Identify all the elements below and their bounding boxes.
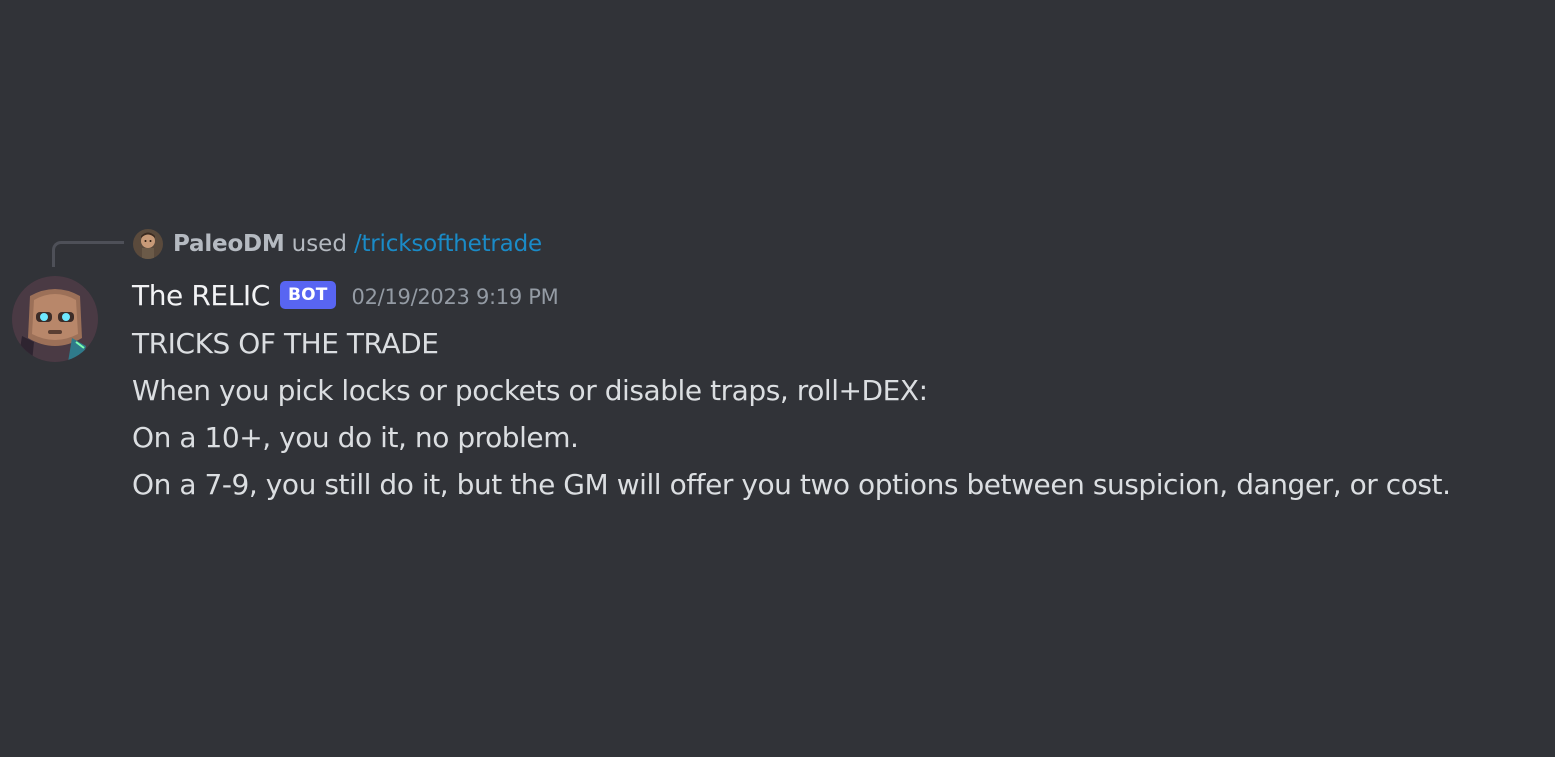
message-line-trigger: When you pick locks or pockets or disabl…	[132, 374, 928, 407]
reply-avatar[interactable]	[133, 229, 163, 259]
bot-badge: BOT	[279, 281, 336, 309]
message-line-success: On a 10+, you do it, no problem.	[132, 421, 579, 454]
bot-avatar[interactable]	[12, 276, 98, 362]
reply-connector	[52, 241, 124, 267]
slash-command-link[interactable]: /tricksofthetrade	[354, 231, 542, 257]
chat-message: PaleoDM used /tricksofthetrade The RELIC…	[0, 220, 1555, 520]
robot-avatar-icon	[12, 276, 98, 362]
person-avatar-icon	[133, 229, 163, 259]
reply-author-name[interactable]: PaleoDM	[173, 231, 285, 257]
message-header: The RELIC BOT 02/19/2023 9:19 PM	[132, 273, 559, 317]
message-line-partial: On a 7-9, you still do it, but the GM wi…	[132, 468, 1451, 501]
message-timestamp: 02/19/2023 9:19 PM	[351, 285, 559, 309]
reply-used-label: used	[291, 231, 347, 257]
message-author-name[interactable]: The RELIC	[132, 279, 270, 312]
message-line-title: TRICKS OF THE TRADE	[132, 327, 439, 360]
message-content: TRICKS OF THE TRADE When you pick locks …	[132, 320, 1542, 508]
reply-reference[interactable]: PaleoDM used /tricksofthetrade	[133, 227, 542, 261]
